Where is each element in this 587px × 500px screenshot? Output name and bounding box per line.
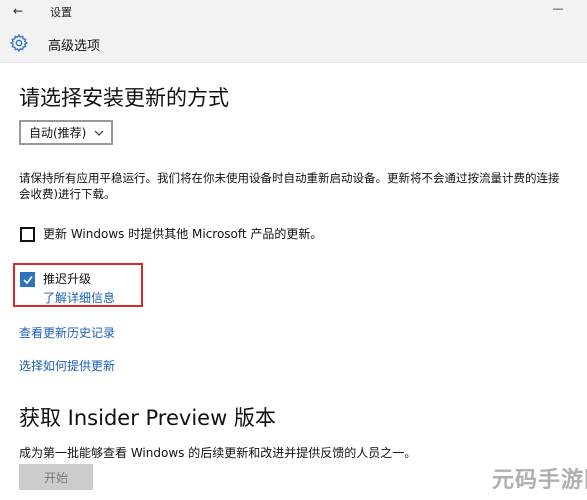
minimize-button[interactable]: — xyxy=(548,0,568,20)
install-heading: 请选择安装更新的方式 xyxy=(19,86,229,110)
title-bar: ← 设置 — xyxy=(0,0,587,22)
other-products-checkbox[interactable] xyxy=(20,227,35,242)
insider-description: 成为第一批能够查看 Windows 的后续更新和改进并提供反馈的人员之一。 xyxy=(19,446,417,460)
defer-upgrade-label: 推迟升级 xyxy=(43,272,92,286)
start-button[interactable]: 开始 xyxy=(19,464,93,490)
watermark-logo: 元码手游网 xyxy=(492,468,587,493)
defer-upgrade-checkbox[interactable] xyxy=(20,272,35,287)
other-products-label: 更新 Windows 时提供其他 Microsoft 产品的更新。 xyxy=(43,227,323,241)
header-divider xyxy=(0,62,587,63)
install-description-line2: 会收费)进行下载。 xyxy=(19,187,116,201)
page-title: 高级选项 xyxy=(48,39,101,54)
install-description: 请保持所有应用平稳运行。我们将在你未使用设备时自动重新启动设备。更新将不会通过按… xyxy=(19,170,587,202)
back-button[interactable]: ← xyxy=(10,3,26,19)
other-products-option: 更新 Windows 时提供其他 Microsoft 产品的更新。 xyxy=(20,227,322,242)
learn-more-link[interactable]: 了解详细信息 xyxy=(43,289,115,306)
insider-heading: 获取 Insider Preview 版本 xyxy=(19,406,276,430)
delivery-options-link[interactable]: 选择如何提供更新 xyxy=(19,357,115,374)
gear-icon xyxy=(9,33,29,53)
app-title: 设置 xyxy=(50,6,72,19)
update-history-link[interactable]: 查看更新历史记录 xyxy=(19,324,115,341)
install-mode-select[interactable]: 自动(推荐) xyxy=(19,120,113,145)
chevron-down-icon xyxy=(94,130,104,136)
settings-window: ← 设置 — 高级选项 请选择安装更新的方式 自动(推荐) 请保持所有应用平稳运… xyxy=(0,0,587,500)
defer-upgrade-option: 推迟升级 xyxy=(20,272,91,287)
checkmark-icon xyxy=(23,276,33,285)
install-description-line1: 请保持所有应用平稳运行。我们将在你未使用设备时自动重新启动设备。更新将不会通过按… xyxy=(19,171,560,185)
install-mode-value: 自动(推荐) xyxy=(29,126,87,140)
page-header: 高级选项 xyxy=(0,22,587,62)
